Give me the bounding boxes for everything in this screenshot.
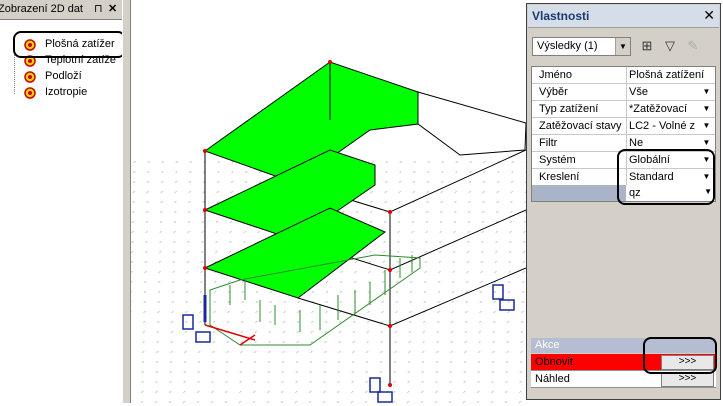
property-value: LC2 - Volné z	[629, 120, 696, 132]
property-key: Jméno	[539, 69, 573, 81]
structure-drawing	[131, 60, 527, 403]
property-value: Plošná zatížení	[629, 69, 705, 81]
chevron-down-icon[interactable]: ▼	[701, 137, 712, 149]
actions-title: Akce	[535, 339, 560, 351]
chevron-down-icon[interactable]: ▼	[701, 86, 712, 98]
property-key: Kreslení	[539, 171, 580, 183]
tree-connector	[14, 36, 16, 94]
column-separator	[626, 67, 627, 83]
column-separator	[626, 169, 627, 185]
tree-item-label: Plošná zatížer	[45, 38, 115, 50]
slab-top-void	[417, 91, 527, 156]
actions-header: Akce	[531, 338, 716, 353]
property-value: *Zatěžovací	[629, 103, 688, 115]
column-separator	[626, 135, 627, 151]
edit-icon[interactable]: ✎	[685, 38, 701, 54]
chevron-down-icon[interactable]: ▼	[701, 171, 712, 183]
refresh-button[interactable]: >>>	[661, 355, 714, 370]
properties-title: Vlastnosti	[532, 9, 590, 23]
property-value: Ne	[629, 137, 644, 149]
column-separator	[626, 152, 627, 168]
property-key-bg	[532, 185, 626, 201]
properties-panel: Vlastnosti ✕ Výsledky (1) ▼ ⊞ ▽ ✎ Jméno …	[526, 3, 721, 400]
property-row-filter[interactable]: Filtr Ne ▼	[532, 135, 715, 152]
property-row-load-cases[interactable]: Zatěžovací stavy LC2 - Volné z ▼	[532, 118, 715, 135]
action-row-preview[interactable]: Náhled >>>	[531, 371, 716, 388]
action-row-refresh[interactable]: Obnovit >>>	[531, 354, 716, 371]
property-row-drawing[interactable]: Kreslení Standard ▼	[532, 169, 715, 186]
filter-icon[interactable]: ▽	[662, 38, 678, 54]
load-type-icon	[24, 87, 36, 99]
chevron-down-icon[interactable]: ▼	[701, 120, 712, 132]
model-viewport[interactable]	[131, 0, 527, 403]
chevron-down-icon[interactable]: ▼	[615, 38, 630, 55]
chevron-down-icon[interactable]: ▼	[701, 103, 712, 115]
column-separator	[626, 118, 627, 134]
property-row-name[interactable]: Jméno Plošná zatížení	[532, 67, 715, 84]
property-row-selection[interactable]: Výběr Vše ▼	[532, 84, 715, 101]
property-value: qz	[629, 187, 641, 199]
column-separator	[626, 101, 627, 117]
preview-button[interactable]: >>>	[661, 372, 714, 387]
properties-titlebar: Vlastnosti ✕	[528, 5, 719, 28]
properties-grid: Jméno Plošná zatížení Výběr Vše ▼ Typ za…	[531, 66, 716, 200]
load-type-icon	[24, 55, 36, 67]
property-row-values-cell[interactable]: qz ▼	[531, 185, 716, 202]
data-view-panel: Zobrazení 2D dat ⊓ ✕ Plošná zatížer Tepl…	[0, 0, 126, 403]
view-select[interactable]: Výsledky (1) ▼	[532, 37, 631, 56]
action-label: Náhled	[535, 373, 570, 385]
tree-item-label: Teplotní zatíže	[45, 54, 116, 66]
property-value: Globální	[629, 154, 670, 166]
property-row-load-type[interactable]: Typ zatížení *Zatěžovací ▼	[532, 101, 715, 118]
chevron-down-icon[interactable]: ▼	[701, 154, 712, 166]
view-select-value: Výsledky (1)	[537, 40, 598, 52]
select-icon[interactable]: ⊞	[639, 38, 655, 54]
property-key: Typ zatížení	[539, 103, 599, 115]
action-label: Obnovit	[535, 356, 573, 368]
load-type-icon	[24, 39, 36, 51]
tree-item-label: Podloží	[45, 70, 82, 82]
property-key: Systém	[539, 154, 576, 166]
property-key: Zatěžovací stavy	[539, 120, 622, 132]
property-key: Výběr	[539, 86, 568, 98]
close-icon[interactable]: ✕	[703, 7, 715, 24]
tree-item-label: Izotropie	[45, 86, 88, 98]
property-row-system[interactable]: Systém Globální ▼	[532, 152, 715, 169]
property-key: Filtr	[539, 137, 558, 149]
panel-header: Zobrazení 2D dat ⊓ ✕	[0, 0, 122, 20]
pin-icon[interactable]: ⊓	[94, 2, 103, 15]
chevron-down-icon[interactable]: ▼	[704, 187, 712, 196]
property-value: Standard	[629, 171, 674, 183]
panel-splitter[interactable]	[122, 0, 131, 403]
close-icon[interactable]: ✕	[108, 2, 117, 15]
load-type-icon	[24, 71, 36, 83]
column-separator	[626, 84, 627, 100]
panel-title: Zobrazení 2D dat	[0, 3, 83, 15]
property-value: Vše	[629, 86, 648, 98]
